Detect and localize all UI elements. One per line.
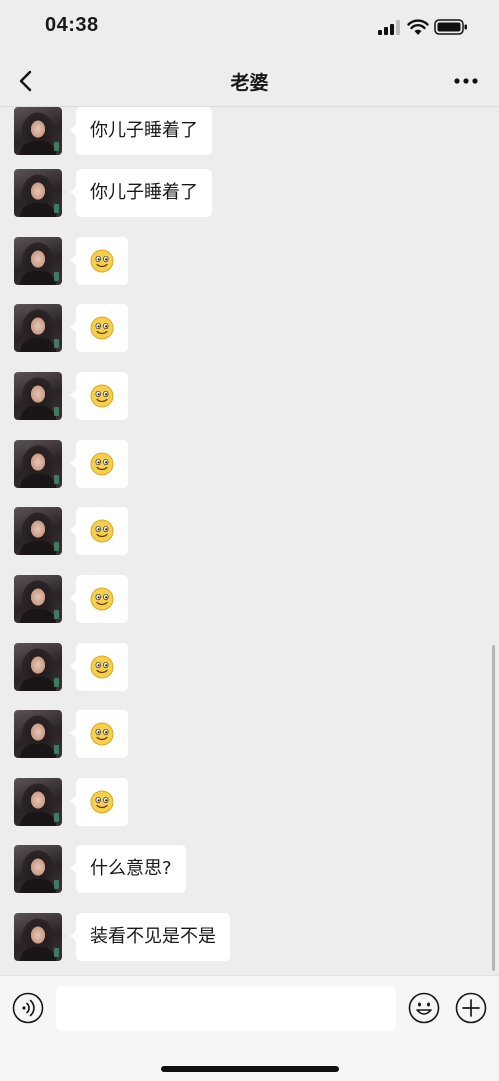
message-bubble[interactable]: 什么意思? (70, 845, 186, 893)
message-bubble[interactable] (70, 575, 128, 623)
message-list[interactable]: 你儿子睡着了 你儿子睡着了 什么意思? 装看不见是不是 (0, 107, 499, 975)
status-bar: 04:38 (0, 0, 499, 56)
avatar[interactable] (14, 913, 62, 961)
scrollbar[interactable] (492, 645, 495, 971)
voice-icon[interactable] (12, 992, 44, 1024)
status-time: 04:38 (45, 14, 99, 36)
message-bubble[interactable] (70, 643, 128, 691)
wifi-icon (407, 19, 429, 35)
message-bubble[interactable]: 装看不见是不是 (70, 913, 230, 961)
avatar[interactable] (14, 643, 62, 691)
signal-icon (378, 20, 400, 35)
message-bubble[interactable] (70, 372, 128, 420)
smile-emoji-icon (90, 249, 114, 273)
home-indicator[interactable] (161, 1066, 339, 1072)
battery-icon (434, 19, 467, 35)
avatar[interactable] (14, 778, 62, 826)
more-icon[interactable] (450, 66, 482, 96)
message-bubble[interactable]: 你儿子睡着了 (70, 107, 212, 155)
avatar[interactable] (14, 107, 62, 155)
message-bubble[interactable] (70, 440, 128, 488)
smile-emoji-icon (90, 384, 114, 408)
emoji-icon[interactable] (408, 992, 440, 1024)
message-bubble[interactable] (70, 778, 128, 826)
message-bubble[interactable] (70, 237, 128, 285)
smile-emoji-icon (90, 452, 114, 476)
avatar[interactable] (14, 440, 62, 488)
avatar[interactable] (14, 845, 62, 893)
avatar[interactable] (14, 710, 62, 758)
smile-emoji-icon (90, 519, 114, 543)
avatar[interactable] (14, 507, 62, 555)
chat-title: 老婆 (230, 72, 269, 94)
message-bubble[interactable] (70, 304, 128, 352)
message-bubble[interactable]: 你儿子睡着了 (70, 169, 212, 217)
message-bubble[interactable] (70, 710, 128, 758)
message-input[interactable] (56, 986, 396, 1031)
smile-emoji-icon (90, 722, 114, 746)
chat-header: 老婆 (0, 56, 499, 107)
plus-icon[interactable] (455, 992, 487, 1024)
avatar[interactable] (14, 304, 62, 352)
avatar[interactable] (14, 237, 62, 285)
avatar[interactable] (14, 372, 62, 420)
smile-emoji-icon (90, 790, 114, 814)
avatar[interactable] (14, 575, 62, 623)
smile-emoji-icon (90, 655, 114, 679)
avatar[interactable] (14, 169, 62, 217)
message-bubble[interactable] (70, 507, 128, 555)
smile-emoji-icon (90, 587, 114, 611)
smile-emoji-icon (90, 316, 114, 340)
composer-bar (0, 975, 499, 1081)
